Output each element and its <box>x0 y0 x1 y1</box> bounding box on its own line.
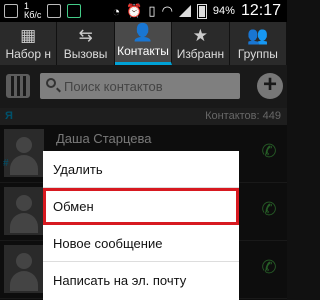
keypad-icon: ▦ <box>20 26 37 45</box>
tab-contacts[interactable]: 👤 Контакты <box>114 22 173 65</box>
tab-groups-label: Группы <box>237 47 278 61</box>
tab-calls[interactable]: ⇆ Вызовы <box>57 22 115 65</box>
groups-icon: 👥 <box>247 26 269 45</box>
menu-item-share[interactable]: Обмен <box>43 188 239 225</box>
signal-icon <box>178 5 191 17</box>
tab-groups[interactable]: 👥 Группы <box>230 22 288 65</box>
timer-icon: ◔ <box>112 3 121 19</box>
image-icon <box>4 4 18 18</box>
contacts-icon: 👤 <box>132 23 154 42</box>
alarm-icon: ⏰ <box>126 3 143 18</box>
tab-dialer[interactable]: ▦ Набор н <box>0 22 58 65</box>
menu-item-send-email[interactable]: Написать на эл. почту <box>43 262 239 299</box>
clock: 12:17 <box>240 2 281 19</box>
status-bar: 1 Кб/с ◔ ⏰ ▯ ◠ 94% 12:17 <box>0 0 287 22</box>
tab-dialer-label: Набор н <box>5 47 51 61</box>
vibrate-icon: ▯ <box>148 3 156 18</box>
battery-icon <box>196 3 207 19</box>
tab-favorites[interactable]: ★ Избранн <box>172 22 230 65</box>
calls-icon: ⇆ <box>78 26 93 45</box>
menu-item-delete[interactable]: Удалить <box>43 151 239 188</box>
data-rate-unit: Кб/с <box>24 10 42 20</box>
battery-percent: 94% <box>212 5 235 17</box>
tab-contacts-label: Контакты <box>117 44 169 58</box>
wifi-icon: ◠ <box>161 3 173 18</box>
tab-bar: ▦ Набор н ⇆ Вызовы 👤 Контакты ★ Избранн … <box>0 22 288 65</box>
notification-icon <box>67 4 82 18</box>
star-icon: ★ <box>192 26 209 45</box>
tab-calls-label: Вызовы <box>63 47 108 61</box>
tab-favorites-label: Избранн <box>176 47 225 61</box>
sd-icon <box>47 4 62 18</box>
data-rate: 1 Кб/с <box>24 2 41 20</box>
menu-item-new-message[interactable]: Новое сообщение <box>43 225 239 262</box>
context-menu: Удалить Обмен Новое сообщение Написать н… <box>43 151 239 300</box>
